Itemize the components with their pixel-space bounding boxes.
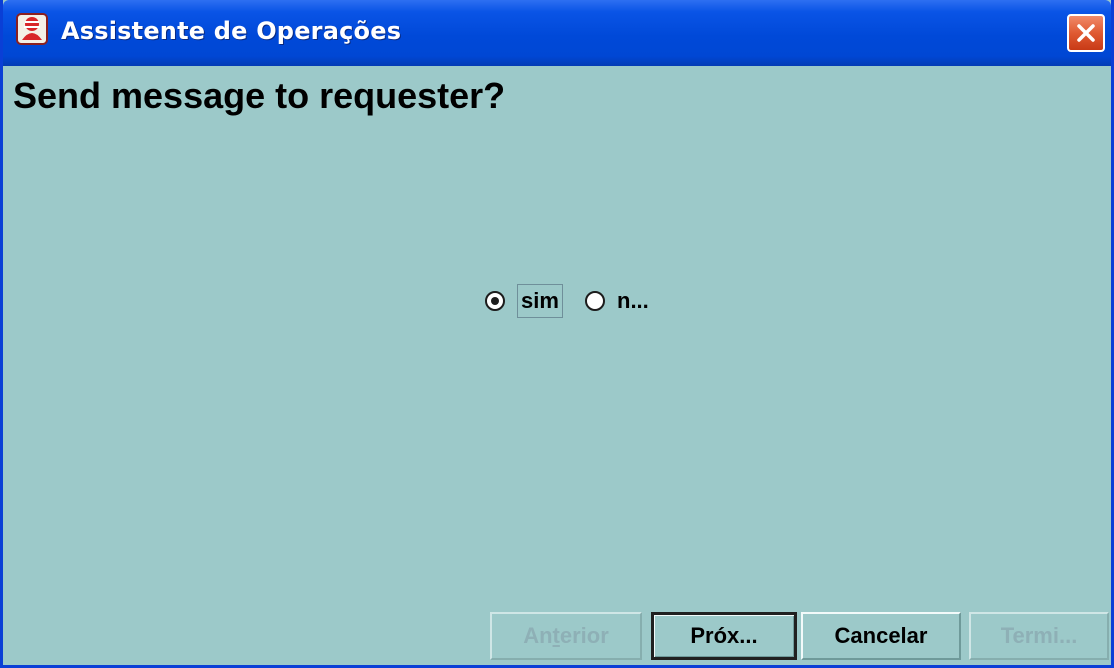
page-heading: Send message to requester? xyxy=(13,75,506,116)
radio-label-sim: sim xyxy=(517,284,563,318)
title-bar[interactable]: Assistente de Operações xyxy=(3,0,1111,66)
close-icon xyxy=(1077,24,1095,42)
previous-button[interactable]: Anterior xyxy=(490,612,642,660)
radio-selected-icon[interactable] xyxy=(485,291,505,311)
finish-button[interactable]: Termi... xyxy=(969,612,1109,660)
app-icon xyxy=(15,12,49,46)
wizard-content: Send message to requester? sim n... Ante… xyxy=(3,66,1111,665)
close-button[interactable] xyxy=(1067,14,1105,52)
dialog-window: Assistente de Operações Send message to … xyxy=(0,0,1114,668)
radio-unselected-icon[interactable] xyxy=(585,291,605,311)
window-title: Assistente de Operações xyxy=(61,17,402,45)
next-button[interactable]: Próx... xyxy=(651,612,797,660)
radio-label-nao: n... xyxy=(617,288,649,313)
cancel-button[interactable]: Cancelar xyxy=(801,612,961,660)
